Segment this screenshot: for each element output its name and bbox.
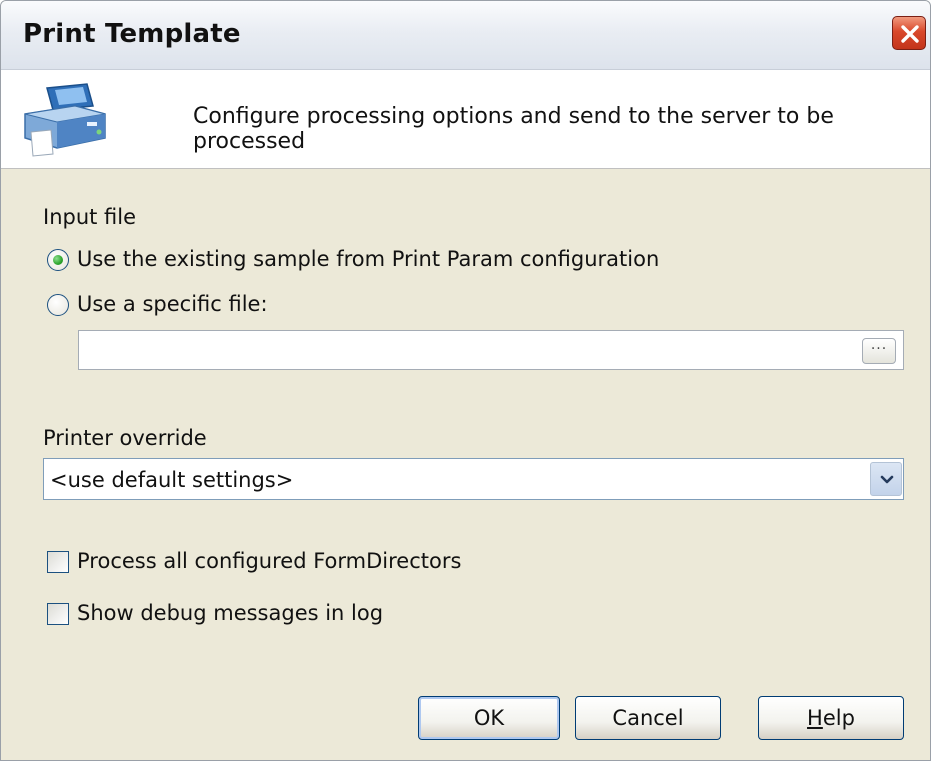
help-label-rest: elp: [822, 706, 855, 730]
ok-button[interactable]: OK: [418, 696, 560, 740]
radio-use-specific-file[interactable]: [47, 294, 69, 316]
input-file-label: Input file: [43, 205, 137, 229]
specific-file-input[interactable]: [83, 335, 857, 367]
help-button[interactable]: Help: [758, 696, 904, 740]
printer-icon: [17, 80, 113, 164]
ok-button-label: OK: [473, 706, 505, 730]
close-icon: [901, 25, 919, 43]
chevron-down-icon: [880, 475, 894, 484]
process-all-formdirectors-label[interactable]: Process all configured FormDirectors: [77, 549, 461, 573]
close-button[interactable]: [892, 16, 926, 50]
process-all-formdirectors-checkbox[interactable]: [47, 551, 69, 573]
dialog-content: Input file Use the existing sample from …: [1, 169, 930, 760]
title-bar[interactable]: Print Template: [1, 1, 930, 70]
help-mnemonic: H: [807, 706, 823, 730]
specific-file-field[interactable]: [78, 330, 904, 370]
printer-override-label: Printer override: [43, 426, 207, 450]
dialog-header: Configure processing options and send to…: [1, 70, 930, 169]
dialog-title: Print Template: [23, 19, 241, 49]
header-description: Configure processing options and send to…: [193, 104, 834, 154]
radio-use-existing-sample[interactable]: [47, 249, 69, 271]
show-debug-messages-label[interactable]: Show debug messages in log: [77, 601, 383, 625]
printer-override-value: <use default settings>: [50, 468, 294, 492]
print-template-dialog: Print Template Configure processing opti…: [0, 0, 931, 761]
cancel-button[interactable]: Cancel: [575, 696, 721, 740]
radio-selected-dot: [53, 255, 63, 265]
radio-use-specific-file-label[interactable]: Use a specific file:: [77, 292, 268, 316]
help-button-label: Help: [807, 697, 855, 739]
dropdown-button[interactable]: [870, 462, 902, 496]
radio-use-existing-sample-label[interactable]: Use the existing sample from Print Param…: [77, 247, 659, 271]
show-debug-messages-checkbox[interactable]: [47, 603, 69, 625]
cancel-button-label: Cancel: [612, 706, 684, 730]
browse-file-button[interactable]: ···: [862, 338, 896, 364]
printer-override-select[interactable]: <use default settings>: [43, 458, 904, 500]
